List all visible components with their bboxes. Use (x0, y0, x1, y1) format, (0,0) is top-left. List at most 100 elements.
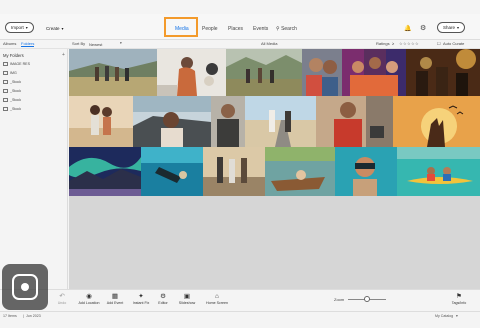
tab-events[interactable]: Events (253, 26, 268, 32)
slideshow-button[interactable]: ▣ Slideshow (172, 292, 202, 305)
boat-water-image (265, 147, 335, 196)
all-media-label: All Media (261, 41, 278, 46)
sidebar-folder-item[interactable]: IMG (3, 70, 17, 76)
media-grid (69, 49, 480, 196)
tags-info-button[interactable]: ⚑ Tags/Info (444, 292, 474, 305)
albums-tab[interactable]: Albums (3, 41, 16, 46)
photo-thumbnail[interactable] (245, 96, 316, 147)
sidebar-folder-item[interactable]: _Stock (3, 79, 21, 85)
man-red-shirt-image (316, 96, 393, 147)
tool-label: Slideshow (178, 301, 196, 305)
home-icon: ⌂ (215, 293, 219, 300)
ratings-operator[interactable]: ≥ (392, 41, 394, 46)
tool-label: Instant Fix (132, 301, 150, 305)
concert-lights-image (406, 49, 480, 96)
status-bar: 17 Items | Jun 2023 My Catalog ▾ (0, 311, 480, 319)
catalog-dropdown-icon[interactable]: ▾ (456, 314, 458, 318)
item-count: 17 Items (3, 314, 17, 318)
status-date: Jun 2023 (26, 314, 41, 318)
my-folders-title: My Folders (3, 53, 24, 58)
auto-curate-checkbox[interactable]: ☐ (437, 41, 441, 46)
rating-stars[interactable]: ☆☆☆☆☆ (399, 41, 419, 46)
tab-places[interactable]: Places (228, 26, 243, 32)
photo-thumbnail[interactable] (397, 147, 480, 196)
photo-thumbnail[interactable] (406, 49, 480, 96)
sidebar-folder-item[interactable]: _Stock (3, 97, 21, 103)
sidebar-folder-item[interactable]: IMAGE RES (3, 61, 30, 67)
create-label: Create (46, 26, 60, 31)
photo-thumbnail[interactable] (133, 96, 211, 147)
photo-thumbnail[interactable] (211, 96, 245, 147)
folder-icon (3, 80, 8, 84)
photo-thumbnail[interactable] (226, 49, 302, 96)
import-button[interactable]: Import ▾ (5, 22, 34, 33)
zoom-slider-handle[interactable] (364, 296, 370, 302)
tool-label: Home Screen (206, 301, 228, 305)
photo-thumbnail[interactable] (69, 49, 157, 96)
auto-curate-label: Auto Curate (443, 41, 465, 46)
sidebar-folder-item[interactable]: _Stock (3, 88, 21, 94)
zoom-label: Zoom (334, 297, 345, 302)
photo-thumbnail[interactable] (342, 49, 406, 96)
lens-overlay-button[interactable] (2, 264, 48, 310)
search-button[interactable]: ⚲ Search (276, 26, 297, 32)
chevron-down-icon: ▾ (457, 25, 460, 30)
bottom-toolbar: ↶ Undo ◉ Add Location ▦ Add Event ✦ Inst… (0, 289, 480, 311)
tool-label: Add Location (78, 301, 100, 305)
woman-balloons-image (157, 49, 226, 96)
aurora-mountains-image (69, 147, 141, 196)
photo-thumbnail[interactable] (203, 147, 265, 196)
sort-by-label: Sort By (72, 41, 86, 46)
search-label: Search (281, 26, 297, 32)
search-icon: ⚲ (276, 26, 280, 32)
woman-driving-car-image (133, 96, 211, 147)
undo-icon: ↶ (59, 293, 65, 300)
photo-thumbnail[interactable] (265, 147, 335, 196)
app-window: Import ▾ Create ▾ Media People Places Even… (0, 0, 480, 328)
folder-label: _Stock (10, 107, 21, 111)
photo-thumbnail[interactable] (141, 147, 203, 196)
folder-icon (3, 71, 8, 75)
folder-label: _Stock (10, 80, 21, 84)
folder-icon (3, 98, 8, 102)
photo-thumbnail[interactable] (302, 49, 342, 96)
photo-thumbnail[interactable] (335, 147, 397, 196)
bell-icon[interactable]: 🔔 (404, 25, 411, 32)
chevron-down-icon[interactable]: ▾ (120, 41, 122, 45)
friends-selfie-image (302, 49, 342, 96)
photo-thumbnail[interactable] (157, 49, 226, 96)
folder-label: _Stock (10, 89, 21, 93)
undo-button[interactable]: ↶ Undo (47, 292, 77, 305)
share-button[interactable]: Share ▾ (437, 22, 466, 33)
folder-label: IMG (10, 71, 17, 75)
party-colorful-image (342, 49, 406, 96)
tab-media[interactable]: Media (175, 26, 189, 32)
photo-thumbnail[interactable] (393, 96, 480, 147)
tool-label: Add Event (106, 301, 124, 305)
sub-bar: Albums Folders Sort By Newest ▾ All Medi… (0, 40, 480, 49)
tool-label: Tags/Info (451, 301, 467, 305)
create-menu[interactable]: Create ▾ (46, 26, 64, 31)
tool-label: Editor (158, 301, 168, 305)
tab-people[interactable]: People (202, 26, 218, 32)
folder-label: IMAGE RES (10, 62, 30, 66)
home-screen-button[interactable]: ⌂ Home Screen (202, 292, 232, 305)
status-divider: | (23, 314, 24, 318)
settings-icon[interactable]: ⚙ (420, 24, 426, 32)
lens-icon (12, 274, 38, 300)
catalog-name: My Catalog (435, 314, 454, 318)
ratings-label: Ratings (376, 41, 390, 46)
couple-road-trip-image (245, 96, 316, 147)
add-folder-icon[interactable]: + (62, 52, 65, 58)
photo-thumbnail[interactable] (69, 96, 133, 147)
folder-icon (3, 62, 8, 66)
photo-thumbnail[interactable] (69, 147, 141, 196)
tool-label: Undo (57, 301, 67, 305)
couple-dancing-beach-image (69, 96, 133, 147)
folders-tab[interactable]: Folders (21, 41, 35, 47)
folder-icon (3, 89, 8, 93)
photo-thumbnail[interactable] (316, 96, 393, 147)
chevron-down-icon: ▾ (61, 26, 64, 31)
sidebar-folder-item[interactable]: _Stock (3, 106, 21, 112)
man-street-portrait-image (211, 96, 245, 147)
